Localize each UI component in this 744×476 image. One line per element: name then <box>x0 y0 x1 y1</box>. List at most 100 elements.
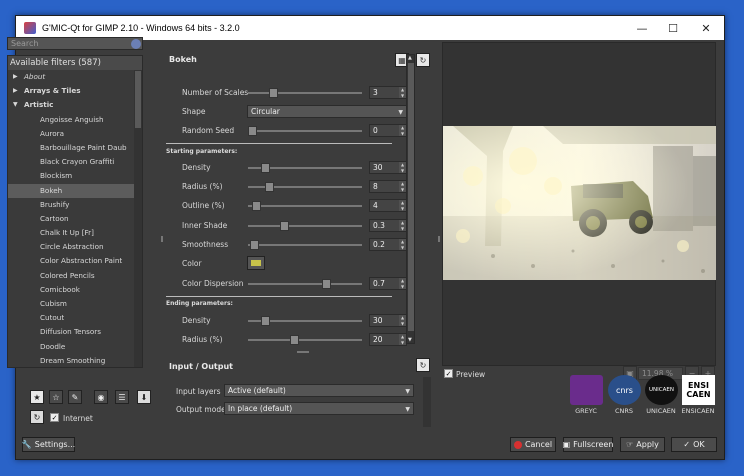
spin-arrows-icon[interactable]: ▲ ▼ <box>399 334 406 345</box>
fullscreen-button[interactable]: ▣ Fullscreen <box>563 437 613 452</box>
filter-item[interactable]: Diffusion Tensors <box>8 325 142 339</box>
internet-checkbox[interactable]: ✓ <box>50 413 59 422</box>
remove-fave-icon[interactable]: ☆ <box>49 390 63 404</box>
value-spinbox[interactable]: 3 ▲ ▼ <box>369 86 407 99</box>
slider-track[interactable] <box>248 279 362 289</box>
slider-handle[interactable] <box>261 163 270 173</box>
filter-item[interactable]: Blockism <box>8 169 142 183</box>
slider-track[interactable] <box>248 335 362 345</box>
chevron-right-icon[interactable]: ▶ <box>13 84 18 98</box>
filter-item[interactable]: Chalk It Up [Fr] <box>8 226 142 240</box>
spin-arrows-icon[interactable]: ▲ ▼ <box>399 125 406 136</box>
filter-item[interactable]: Angoisse Anguish <box>8 113 142 127</box>
scrollbar-thumb[interactable] <box>135 71 141 128</box>
io-scrollbar[interactable] <box>423 377 431 427</box>
slider-track[interactable] <box>248 201 362 211</box>
expand-collapse-icon[interactable]: ☰ <box>115 390 129 404</box>
greyc-logo[interactable] <box>570 375 603 405</box>
preview-image[interactable] <box>443 126 716 280</box>
spin-arrows-icon[interactable]: ▲ ▼ <box>399 87 406 98</box>
value-spinbox[interactable]: 0 ▲ ▼ <box>369 124 407 137</box>
value-spinbox[interactable]: 30 ▲ ▼ <box>369 314 407 327</box>
slider-track[interactable] <box>248 182 362 192</box>
slider-handle[interactable] <box>250 240 259 250</box>
io-reset-icon[interactable]: ↻ <box>416 358 430 372</box>
filter-item[interactable]: ▶ About <box>8 70 142 84</box>
filter-item[interactable]: Black Crayon Graffiti <box>8 155 142 169</box>
params-scrollbar[interactable]: ▲ ▼ <box>406 54 415 344</box>
filter-tree-scrollbar[interactable] <box>134 70 142 367</box>
spin-arrows-icon[interactable]: ▲ ▼ <box>399 220 406 231</box>
spin-arrows-icon[interactable]: ▲ ▼ <box>399 315 406 326</box>
filter-item[interactable]: Cubism <box>8 297 142 311</box>
slider-handle[interactable] <box>265 182 274 192</box>
slider-track[interactable] <box>248 88 362 98</box>
slider-handle[interactable] <box>252 201 261 211</box>
minimize-button[interactable]: — <box>625 16 659 40</box>
search-icon[interactable] <box>131 39 141 49</box>
filter-item[interactable]: Barbouillage Paint Daub <box>8 141 142 155</box>
search-input[interactable]: Search <box>7 37 143 50</box>
slider-handle[interactable] <box>269 88 278 98</box>
ensicaen-logo[interactable]: ENSI CAEN <box>682 375 715 405</box>
refresh-filters-icon[interactable]: ↻ <box>30 410 44 424</box>
slider-handle[interactable] <box>322 279 331 289</box>
value-spinbox[interactable]: 4 ▲ ▼ <box>369 199 407 212</box>
params-scrollbar-thumb[interactable] <box>408 63 414 331</box>
ok-button[interactable]: ✓ OK <box>671 437 717 452</box>
slider-track[interactable] <box>248 221 362 231</box>
slider-track[interactable] <box>248 240 362 250</box>
value-spinbox[interactable]: 0.7 ▲ ▼ <box>369 277 407 290</box>
filter-item[interactable]: Comicbook <box>8 283 142 297</box>
filter-item[interactable]: Circle Abstraction <box>8 240 142 254</box>
maximize-button[interactable]: ☐ <box>656 16 690 40</box>
filter-item[interactable]: ▼ Artistic <box>8 98 142 112</box>
value-spinbox[interactable]: 20 ▲ ▼ <box>369 333 407 346</box>
value-spinbox[interactable]: 0.3 ▲ ▼ <box>369 219 407 232</box>
add-fave-icon[interactable]: ★ <box>30 390 44 404</box>
preview-checkbox[interactable]: ✓ <box>444 369 453 378</box>
rename-fave-icon[interactable]: ✎ <box>68 390 82 404</box>
close-button[interactable]: ✕ <box>689 16 723 40</box>
download-icon[interactable]: ⬇ <box>137 390 151 404</box>
scroll-up-icon[interactable]: ▲ <box>408 55 412 61</box>
filter-item[interactable]: Cutout <box>8 311 142 325</box>
slider-handle[interactable] <box>248 126 257 136</box>
cnrs-logo[interactable]: cnrs <box>608 375 641 405</box>
filter-item[interactable]: ▶ Arrays & Tiles <box>8 84 142 98</box>
spin-arrows-icon[interactable]: ▲ ▼ <box>399 200 406 211</box>
value-spinbox[interactable]: 30 ▲ ▼ <box>369 161 407 174</box>
filter-item[interactable]: Dream Smoothing <box>8 354 142 367</box>
filter-item[interactable]: Bokeh <box>8 183 142 198</box>
value-spinbox[interactable]: 0.2 ▲ ▼ <box>369 238 407 251</box>
apply-button[interactable]: ☞ Apply <box>620 437 665 452</box>
filter-item[interactable]: Color Abstraction Paint <box>8 254 142 268</box>
filter-item[interactable]: Cartoon <box>8 212 142 226</box>
visibility-icon[interactable]: ◉ <box>94 390 108 404</box>
shape-select[interactable]: Circular ▼ <box>247 105 407 118</box>
filter-item[interactable]: Aurora <box>8 127 142 141</box>
output-mode-select[interactable]: In place (default) ▼ <box>224 402 414 415</box>
spin-arrows-icon[interactable]: ▲ ▼ <box>399 278 406 289</box>
filter-item[interactable]: Colored Pencils <box>8 269 142 283</box>
value-spinbox[interactable]: 8 ▲ ▼ <box>369 180 407 193</box>
settings-button[interactable]: 🔧 Settings... <box>22 437 75 452</box>
cancel-button[interactable]: Cancel <box>510 437 556 452</box>
spin-arrows-icon[interactable]: ▲ ▼ <box>399 162 406 173</box>
reset-params-icon[interactable]: ↻ <box>416 53 430 67</box>
slider-track[interactable] <box>248 316 362 326</box>
right-splitter-handle[interactable] <box>438 236 440 242</box>
slider-track[interactable] <box>248 126 362 136</box>
chevron-down-icon[interactable]: ▼ <box>13 98 18 112</box>
chevron-right-icon[interactable]: ▶ <box>13 70 18 84</box>
filter-item[interactable]: Brushify <box>8 198 142 212</box>
slider-track[interactable] <box>248 163 362 173</box>
input-layers-select[interactable]: Active (default) ▼ <box>224 384 414 397</box>
spin-arrows-icon[interactable]: ▲ ▼ <box>399 181 406 192</box>
io-splitter-handle[interactable] <box>297 351 309 353</box>
filter-item[interactable]: Doodle <box>8 340 142 354</box>
filter-tree[interactable]: Available filters (587) ▶ About ▶ Arrays & … <box>7 55 143 368</box>
spin-arrows-icon[interactable]: ▲ ▼ <box>399 239 406 250</box>
unicaen-logo[interactable]: UNICAEN <box>645 375 678 405</box>
slider-handle[interactable] <box>261 316 270 326</box>
